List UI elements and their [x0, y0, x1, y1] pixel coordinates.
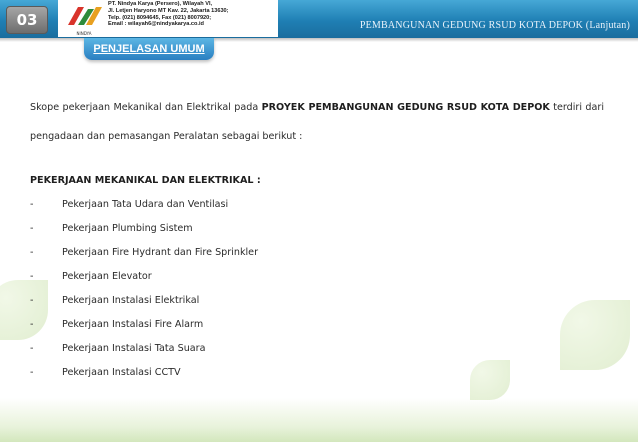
- list-item-label: Pekerjaan Elevator: [62, 271, 152, 282]
- list-item: - Pekerjaan Elevator: [30, 265, 604, 289]
- list-item: - Pekerjaan Tata Udara dan Ventilasi: [30, 193, 604, 217]
- list-item: - Pekerjaan Instalasi CCTV: [30, 361, 604, 385]
- project-name: PROYEK PEMBANGUNAN GEDUNG RSUD KOTA DEPO…: [261, 102, 550, 113]
- company-line: Telp. (021) 8094645, Fax (021) 8007920;: [108, 14, 212, 21]
- bullet-dash: -: [30, 295, 34, 306]
- bullet-dash: -: [30, 247, 34, 258]
- work-list: - Pekerjaan Tata Udara dan Ventilasi - Pek…: [30, 193, 604, 385]
- bullet-dash: -: [30, 199, 34, 210]
- list-item: - Pekerjaan Instalasi Elektrikal: [30, 289, 604, 313]
- tab-title: PENJELASAN UMUM: [84, 38, 214, 60]
- list-item-label: Pekerjaan Instalasi CCTV: [62, 367, 181, 378]
- list-item-label: Pekerjaan Plumbing Sistem: [62, 223, 193, 234]
- bullet-dash: -: [30, 343, 34, 354]
- list-item-label: Pekerjaan Instalasi Fire Alarm: [62, 319, 204, 330]
- work-heading: PEKERJAAN MEKANIKAL DAN ELEKTRIKAL :: [30, 175, 261, 186]
- tab-title-label: PENJELASAN UMUM: [93, 43, 205, 55]
- grass-footer: [0, 398, 638, 442]
- slide-content: Skope pekerjaan Mekanikal dan Elektrikal…: [30, 93, 604, 385]
- bullet-dash: -: [30, 271, 34, 282]
- company-address: PT. Nindya Karya (Persero), Wilayah VI, …: [108, 1, 278, 28]
- intro-text: Skope pekerjaan Mekanikal dan Elektrikal…: [30, 102, 262, 113]
- bullet-dash: -: [30, 319, 34, 330]
- company-email: Email : wilayah6@nindyakarya.co.id: [108, 21, 204, 28]
- bullet-dash: -: [30, 367, 34, 378]
- bullet-dash: -: [30, 223, 34, 234]
- logo-caption: NINDYA: [76, 31, 92, 36]
- list-item: - Pekerjaan Plumbing Sistem: [30, 217, 604, 241]
- company-card: NINDYA PT. Nindya Karya (Persero), Wilay…: [58, 0, 278, 37]
- list-item: - Pekerjaan Instalasi Tata Suara: [30, 337, 604, 361]
- intro-paragraph: Skope pekerjaan Mekanikal dan Elektrikal…: [30, 93, 604, 151]
- list-item: - Pekerjaan Instalasi Fire Alarm: [30, 313, 604, 337]
- page-number-badge: 03: [6, 6, 48, 34]
- company-line: Jl. Letjen Haryono MT Kav. 22, Jakarta 1…: [108, 7, 229, 14]
- company-line: PT. Nindya Karya (Persero), Wilayah VI,: [108, 1, 213, 7]
- section-title: PEMBANGUNAN GEDUNG RSUD KOTA DEPOK (Lanj…: [359, 20, 630, 31]
- list-item-label: Pekerjaan Tata Udara dan Ventilasi: [62, 199, 229, 210]
- list-item-label: Pekerjaan Instalasi Elektrikal: [62, 295, 200, 306]
- nindya-logo: NINDYA: [64, 3, 104, 36]
- list-item-label: Pekerjaan Instalasi Tata Suara: [62, 343, 206, 354]
- list-item: - Pekerjaan Fire Hydrant dan Fire Sprinkl…: [30, 241, 604, 265]
- nindya-logo-icon: [68, 7, 102, 25]
- list-item-label: Pekerjaan Fire Hydrant dan Fire Sprinkle…: [62, 247, 259, 258]
